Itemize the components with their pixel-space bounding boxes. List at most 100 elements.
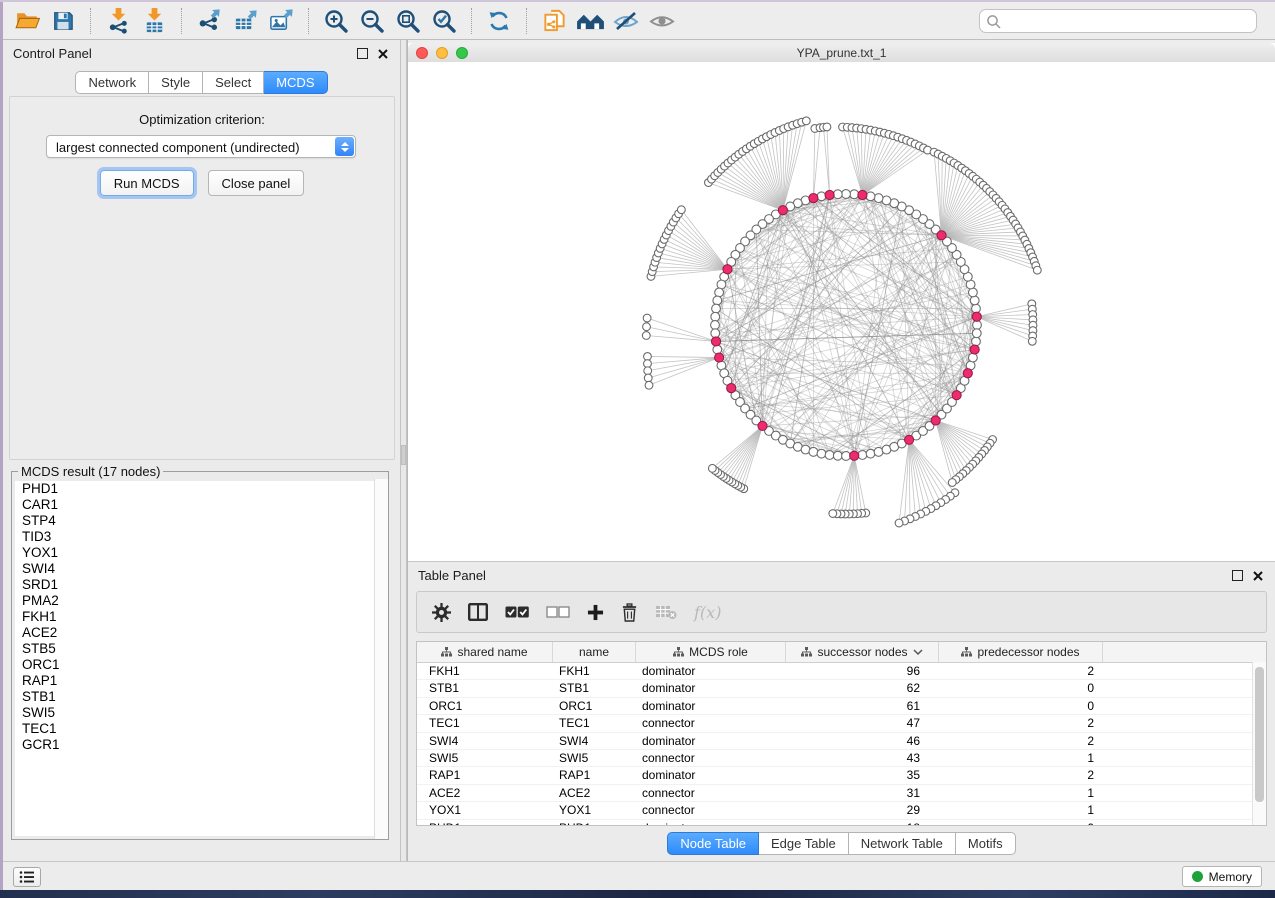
table-cell[interactable]: ACE2 bbox=[553, 785, 636, 801]
mcds-result-item[interactable]: ACE2 bbox=[15, 625, 385, 641]
table-cell[interactable]: 1 bbox=[939, 785, 1103, 801]
mcds-result-item[interactable]: GCR1 bbox=[15, 737, 385, 753]
table-cell[interactable]: 62 bbox=[786, 680, 939, 696]
mcds-result-item[interactable]: PMA2 bbox=[15, 593, 385, 609]
close-panel-button[interactable]: Close panel bbox=[208, 170, 305, 196]
export-image-button[interactable] bbox=[263, 6, 299, 36]
table-cell[interactable]: SWI5 bbox=[553, 750, 636, 766]
network-graph[interactable] bbox=[408, 62, 1275, 561]
table-cell[interactable]: STB1 bbox=[417, 680, 553, 696]
task-history-button[interactable] bbox=[13, 867, 41, 887]
mcds-result-item[interactable]: SWI5 bbox=[15, 705, 385, 721]
table-options-gear-icon[interactable] bbox=[432, 603, 451, 622]
mcds-result-item[interactable]: SWI4 bbox=[15, 561, 385, 577]
show-columns-icon[interactable] bbox=[468, 603, 488, 621]
tab-node-table[interactable]: Node Table bbox=[667, 832, 759, 855]
import-table-button[interactable] bbox=[136, 6, 172, 36]
table-row[interactable]: RAP1RAP1dominator352 bbox=[417, 767, 1266, 784]
mcds-result-item[interactable]: TID3 bbox=[15, 529, 385, 545]
table-row[interactable]: FKH1FKH1dominator962 bbox=[417, 663, 1266, 680]
table-cell[interactable]: 31 bbox=[786, 785, 939, 801]
table-cell[interactable]: 43 bbox=[786, 750, 939, 766]
network-home-views-button[interactable] bbox=[572, 6, 608, 36]
table-cell[interactable]: dominator bbox=[636, 680, 786, 696]
table-cell[interactable]: 35 bbox=[786, 767, 939, 783]
zoom-fit-button[interactable] bbox=[390, 6, 426, 36]
splitter-handle-icon[interactable] bbox=[401, 445, 406, 465]
show-graphics-button[interactable] bbox=[644, 6, 680, 36]
add-column-icon[interactable] bbox=[587, 604, 604, 621]
tab-network[interactable]: Network bbox=[75, 71, 149, 94]
table-cell[interactable]: FKH1 bbox=[417, 663, 553, 679]
float-panel-icon[interactable] bbox=[357, 48, 368, 59]
open-file-button[interactable] bbox=[9, 6, 45, 36]
table-row[interactable]: SWI4SWI4dominator462 bbox=[417, 733, 1266, 750]
table-cell[interactable]: connector bbox=[636, 802, 786, 818]
mcds-result-item[interactable]: PHD1 bbox=[15, 481, 385, 497]
table-cell[interactable]: RAP1 bbox=[553, 767, 636, 783]
save-session-button[interactable] bbox=[45, 6, 81, 36]
table-cell[interactable]: ORC1 bbox=[417, 698, 553, 714]
table-cell[interactable]: 46 bbox=[786, 733, 939, 749]
mcds-result-item[interactable]: CAR1 bbox=[15, 497, 385, 513]
delete-column-trash-icon[interactable] bbox=[621, 603, 638, 622]
network-canvas[interactable] bbox=[408, 62, 1275, 561]
float-panel-icon[interactable] bbox=[1232, 570, 1243, 581]
mcds-result-item[interactable]: STB5 bbox=[15, 641, 385, 657]
tab-edge-table[interactable]: Edge Table bbox=[759, 832, 849, 855]
minimize-window-icon[interactable] bbox=[436, 47, 448, 59]
table-row[interactable]: ORC1ORC1dominator610 bbox=[417, 698, 1266, 715]
table-cell[interactable]: connector bbox=[636, 715, 786, 731]
table-scrollbar[interactable] bbox=[1252, 662, 1266, 825]
hide-graphics-button[interactable] bbox=[608, 6, 644, 36]
table-row[interactable]: ACE2ACE2connector311 bbox=[417, 785, 1266, 802]
mcds-list-scrollbar[interactable] bbox=[374, 479, 388, 839]
table-cell[interactable]: dominator bbox=[636, 820, 786, 826]
memory-button[interactable]: Memory bbox=[1182, 866, 1262, 887]
network-window-titlebar[interactable]: YPA_prune.txt_1 bbox=[408, 43, 1275, 63]
copy-share-button[interactable] bbox=[536, 6, 572, 36]
mcds-result-item[interactable]: YOX1 bbox=[15, 545, 385, 561]
table-cell[interactable]: 29 bbox=[786, 802, 939, 818]
mcds-result-item[interactable]: STB1 bbox=[15, 689, 385, 705]
maximize-window-icon[interactable] bbox=[456, 47, 468, 59]
optimization-criterion-select[interactable]: largest connected component (undirected) bbox=[46, 135, 356, 158]
column-header-predecessor-nodes[interactable]: predecessor nodes bbox=[939, 642, 1103, 662]
table-cell[interactable]: 1 bbox=[939, 802, 1103, 818]
mcds-result-item[interactable]: FKH1 bbox=[15, 609, 385, 625]
mcds-result-item[interactable]: RAP1 bbox=[15, 673, 385, 689]
table-cell[interactable]: SWI4 bbox=[553, 733, 636, 749]
table-row[interactable]: TEC1TEC1connector472 bbox=[417, 715, 1266, 732]
table-cell[interactable]: dominator bbox=[636, 767, 786, 783]
tab-motifs[interactable]: Motifs bbox=[956, 832, 1016, 855]
table-cell[interactable]: SWI4 bbox=[417, 733, 553, 749]
zoom-out-button[interactable] bbox=[354, 6, 390, 36]
column-header-shared-name[interactable]: shared name bbox=[417, 642, 553, 662]
table-cell[interactable]: connector bbox=[636, 750, 786, 766]
search-input[interactable] bbox=[1006, 11, 1250, 31]
mcds-result-list[interactable]: PHD1CAR1STP4TID3YOX1SWI4SRD1PMA2FKH1ACE2… bbox=[15, 481, 385, 836]
table-row[interactable]: SWI5SWI5connector431 bbox=[417, 750, 1266, 767]
close-window-icon[interactable] bbox=[416, 47, 428, 59]
close-panel-icon[interactable] bbox=[1253, 571, 1263, 581]
mcds-result-item[interactable]: SRD1 bbox=[15, 577, 385, 593]
tab-select[interactable]: Select bbox=[203, 71, 264, 94]
table-cell[interactable]: 2 bbox=[939, 733, 1103, 749]
column-header-successor-nodes[interactable]: successor nodes bbox=[786, 642, 939, 662]
table-cell[interactable]: YOX1 bbox=[417, 802, 553, 818]
import-network-button[interactable] bbox=[100, 6, 136, 36]
run-mcds-button[interactable]: Run MCDS bbox=[100, 170, 194, 196]
close-panel-icon[interactable] bbox=[378, 49, 388, 59]
table-cell[interactable]: PHD1 bbox=[553, 820, 636, 826]
table-cell[interactable]: 0 bbox=[939, 820, 1103, 826]
deselect-all-rows-icon[interactable] bbox=[546, 606, 570, 618]
select-all-rows-icon[interactable] bbox=[505, 606, 529, 618]
tab-mcds[interactable]: MCDS bbox=[264, 71, 327, 94]
table-cell[interactable]: ACE2 bbox=[417, 785, 553, 801]
table-cell[interactable]: YOX1 bbox=[553, 802, 636, 818]
table-cell[interactable]: 18 bbox=[786, 820, 939, 826]
zoom-in-button[interactable] bbox=[318, 6, 354, 36]
column-header-mcds-role[interactable]: MCDS role bbox=[636, 642, 786, 662]
zoom-selected-button[interactable] bbox=[426, 6, 462, 36]
mcds-result-item[interactable]: TEC1 bbox=[15, 721, 385, 737]
